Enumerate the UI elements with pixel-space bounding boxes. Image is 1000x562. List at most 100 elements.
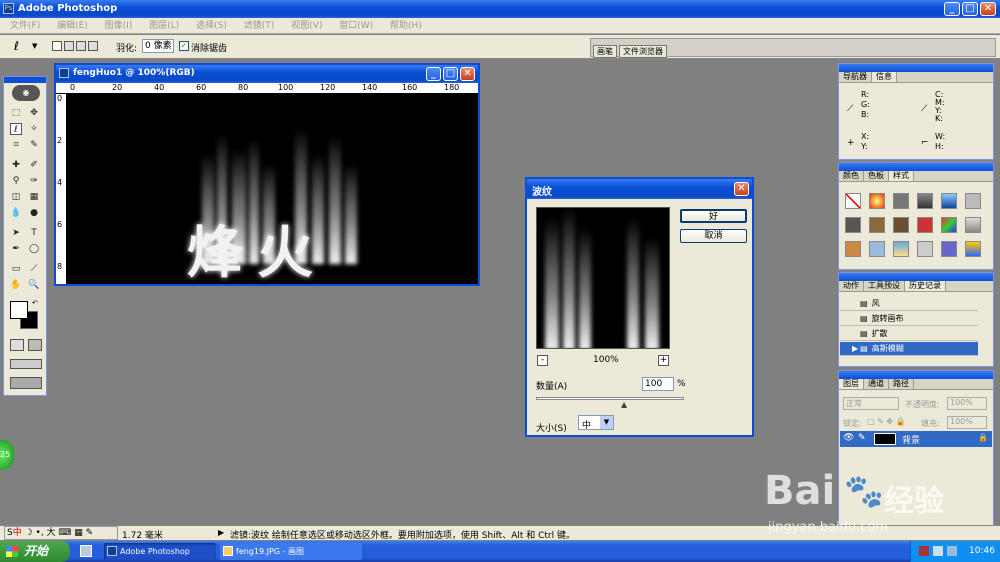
magic-wand-tool-icon[interactable]: ✧ (28, 123, 40, 135)
tray-icon[interactable] (919, 546, 929, 556)
pen-tool-icon[interactable]: ✒ (10, 243, 22, 255)
style-swatch[interactable] (893, 241, 909, 257)
minimize-button[interactable]: _ (944, 2, 960, 16)
style-swatch[interactable] (845, 241, 861, 257)
tab-color[interactable]: 颜色 (839, 171, 864, 181)
style-swatch[interactable] (965, 217, 981, 233)
selection-mode-add-icon[interactable] (64, 41, 74, 51)
size-select[interactable]: 中 ▼ (578, 415, 614, 431)
hand-tool-icon[interactable]: ✋ (10, 279, 22, 291)
ime-toolbar[interactable]: S中 ☽ •, 大 ⌨ ▦ ✎ (4, 526, 118, 540)
quickmask-mode-icon[interactable] (28, 339, 42, 351)
brush-tool-icon[interactable]: ✐ (28, 159, 40, 171)
standard-mode-icon[interactable] (10, 339, 24, 351)
menu-item[interactable]: 图层(L) (149, 21, 179, 31)
tab-info[interactable]: 信息 (872, 72, 897, 82)
tab-actions[interactable]: 动作 (839, 281, 864, 291)
menu-item[interactable]: 编辑(E) (57, 21, 88, 31)
style-swatch[interactable] (845, 217, 861, 233)
maximize-button[interactable]: □ (962, 2, 978, 16)
style-swatch[interactable] (917, 217, 933, 233)
style-swatch[interactable] (917, 241, 933, 257)
screen-mode-icon[interactable] (10, 359, 42, 369)
filter-preview[interactable] (536, 207, 670, 349)
zoom-in-button[interactable]: + (658, 355, 669, 366)
status-arrow-icon[interactable]: ▶ (218, 528, 224, 537)
history-item-selected[interactable]: ▶ ▤ 高斯模糊 (840, 342, 978, 356)
blur-tool-icon[interactable]: 💧 (10, 207, 22, 219)
swap-colors-icon[interactable]: ↶ (32, 299, 38, 307)
tab-file-browser[interactable]: 文件浏览器 (619, 45, 667, 58)
menu-item[interactable]: 选择(S) (196, 21, 227, 31)
start-button[interactable]: 开始 (0, 541, 70, 562)
chevron-down-icon[interactable]: ▼ (32, 42, 37, 50)
taskbar-item-photoshop[interactable]: Adobe Photoshop (104, 543, 216, 560)
opacity-input[interactable]: 100% (947, 397, 987, 410)
style-swatch[interactable] (941, 193, 957, 209)
eye-icon[interactable]: 👁 (843, 433, 854, 443)
slice-tool-icon[interactable]: ✎ (28, 139, 40, 151)
tray-icon[interactable] (947, 546, 957, 556)
lock-icons[interactable]: □ ✎ ✥ 🔒 (867, 417, 906, 426)
style-swatch[interactable] (893, 217, 909, 233)
document-close-button[interactable]: ✕ (460, 67, 475, 81)
lasso-tool-icon[interactable]: ℓ (10, 123, 22, 135)
quicklaunch-icon[interactable] (80, 545, 92, 557)
dialog-close-button[interactable]: ✕ (734, 182, 749, 196)
eyedropper-tool-icon[interactable]: ⟋ (28, 263, 40, 275)
blend-mode-select[interactable]: 正常 (843, 397, 899, 410)
gradient-tool-icon[interactable]: ▦ (28, 191, 40, 203)
style-swatch[interactable] (869, 217, 885, 233)
marquee-tool-icon[interactable]: ⬚ (10, 107, 22, 119)
tab-layers[interactable]: 图层 (839, 379, 864, 389)
notification-bubble[interactable]: 25 (0, 440, 14, 470)
shape-tool-icon[interactable]: ◯ (28, 243, 40, 255)
antialias-checkbox[interactable]: ✓ (179, 41, 189, 51)
style-swatch[interactable] (941, 241, 957, 257)
zoom-out-button[interactable]: - (537, 355, 548, 366)
feather-input[interactable]: 0 像素 (142, 39, 174, 53)
ok-button[interactable]: 好 (680, 209, 747, 223)
menu-item[interactable]: 视图(V) (291, 21, 322, 31)
tab-channels[interactable]: 通道 (864, 379, 889, 389)
tray-icon[interactable] (933, 546, 943, 556)
zoom-tool-icon[interactable]: 🔍 (28, 279, 40, 291)
style-swatch[interactable] (893, 193, 909, 209)
tab-tool-presets[interactable]: 工具预设 (864, 281, 905, 291)
selection-mode-intersect-icon[interactable] (88, 41, 98, 51)
canvas[interactable]: 烽火 (67, 94, 478, 284)
history-item[interactable]: ▤ 旋转画布 (840, 312, 978, 326)
menu-item[interactable]: 图像(I) (105, 21, 133, 31)
tab-paths[interactable]: 路径 (889, 379, 914, 389)
menu-item[interactable]: 帮助(H) (390, 21, 422, 31)
healing-brush-tool-icon[interactable]: ✚ (10, 159, 22, 171)
foreground-color-swatch[interactable] (10, 301, 28, 319)
menu-item[interactable]: 窗口(W) (339, 21, 373, 31)
style-swatch[interactable] (941, 217, 957, 233)
crop-tool-icon[interactable]: ⌗ (10, 139, 22, 151)
dodge-tool-icon[interactable]: ● (28, 207, 40, 219)
tab-history[interactable]: 历史记录 (905, 281, 946, 291)
eraser-tool-icon[interactable]: ◫ (10, 191, 22, 203)
path-selection-tool-icon[interactable]: ➤ (10, 227, 22, 239)
jump-to-imageready-icon[interactable] (10, 377, 42, 389)
amount-slider-thumb[interactable]: ▲ (621, 400, 627, 409)
type-tool-icon[interactable]: T (28, 227, 40, 239)
document-maximize-button[interactable]: □ (443, 67, 458, 81)
clone-stamp-tool-icon[interactable]: ⚲ (10, 175, 22, 187)
document-minimize-button[interactable]: _ (426, 67, 441, 81)
selection-mode-subtract-icon[interactable] (76, 41, 86, 51)
history-item[interactable]: ▤ 风 (840, 297, 978, 311)
amount-input[interactable]: 100 (642, 377, 674, 391)
selection-mode-new-icon[interactable] (52, 41, 62, 51)
tab-styles[interactable]: 样式 (889, 171, 914, 181)
menu-item[interactable]: 滤镜(T) (244, 21, 275, 31)
lasso-icon[interactable]: ℓ (14, 39, 19, 53)
history-brush-tool-icon[interactable]: ✑ (28, 175, 40, 187)
history-item[interactable]: ▤ 扩散 (840, 327, 978, 341)
close-button[interactable]: ✕ (980, 2, 996, 16)
style-swatch-none[interactable] (845, 193, 861, 209)
tab-swatches[interactable]: 色板 (864, 171, 889, 181)
fill-input[interactable]: 100% (947, 416, 987, 429)
style-swatch[interactable] (965, 193, 981, 209)
